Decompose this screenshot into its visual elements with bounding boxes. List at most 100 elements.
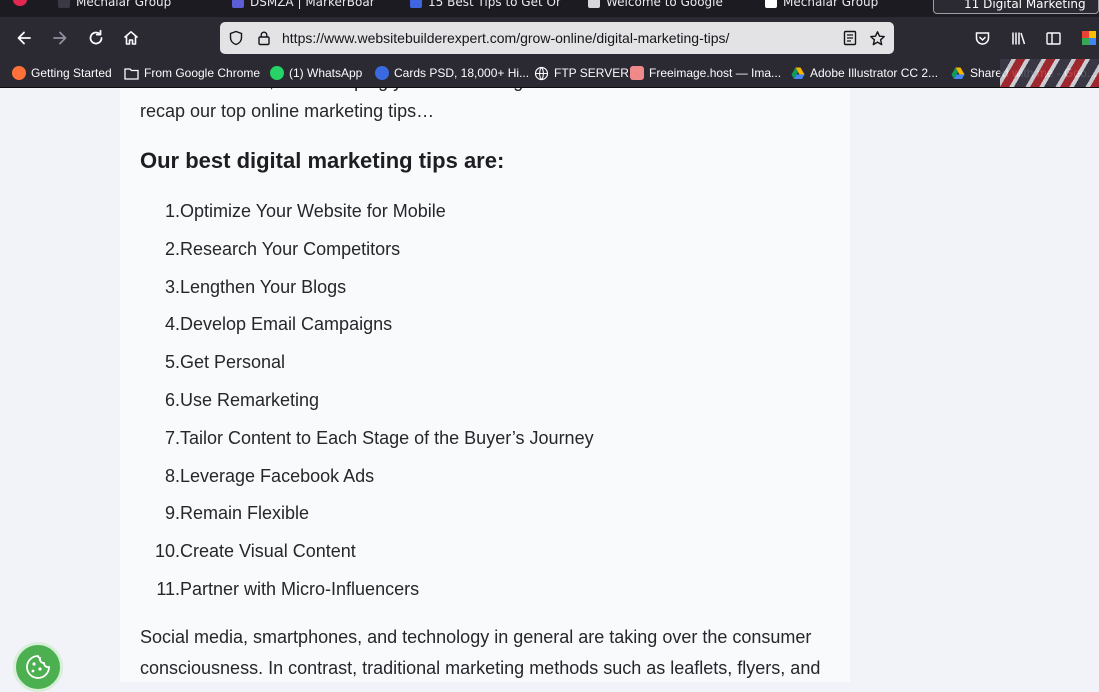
- list-text: Leverage Facebook Ads: [180, 465, 375, 486]
- whatsapp-icon: [270, 66, 284, 80]
- forward-button[interactable]: [48, 26, 72, 50]
- bookmark-label: Getting Started: [31, 66, 112, 80]
- library-button[interactable]: [1006, 26, 1030, 50]
- bookmark-label: Adobe Illustrator CC 2...: [810, 66, 939, 80]
- globe-icon: [534, 66, 549, 80]
- reload-button[interactable]: [84, 26, 108, 50]
- google-drive-icon: [951, 67, 965, 79]
- section-heading: Our best digital marketing tips are:: [140, 148, 505, 173]
- reader-view-icon[interactable]: [842, 30, 858, 46]
- tab-favicon-icon: [232, 0, 244, 8]
- list-item: 1. Optimize Your Website for Mobile: [140, 195, 594, 233]
- back-button[interactable]: [12, 26, 36, 50]
- navigation-toolbar: https://www.websitebuilderexpert.com/gro…: [0, 17, 1099, 59]
- article-column: of internet users, while keeping your br…: [120, 88, 850, 682]
- list-number: 11.: [156, 578, 180, 599]
- tab-favicon-icon: [765, 0, 777, 8]
- list-text: Use Remarketing: [180, 389, 320, 410]
- bookmark-freeimage[interactable]: Freeimage.host — Ima...: [630, 64, 781, 82]
- url-text[interactable]: https://www.websitebuilderexpert.com/gro…: [282, 30, 729, 46]
- list-text: Lengthen Your Blogs: [180, 276, 347, 297]
- list-text: Create Visual Content: [180, 541, 356, 562]
- bookmark-label: (1) WhatsApp: [289, 66, 363, 80]
- list-text: Partner with Micro-Influencers: [180, 578, 420, 599]
- shield-icon[interactable]: [228, 30, 244, 46]
- bookmark-star-icon[interactable]: [869, 30, 886, 47]
- bookmark-label: Freeimage.host — Ima...: [649, 66, 782, 80]
- bookmark-getting-started[interactable]: Getting Started: [12, 64, 112, 82]
- home-icon: [123, 31, 139, 45]
- tab-active[interactable]: 11 Digital Marketing: [933, 0, 1099, 14]
- list-text: Get Personal: [180, 352, 286, 373]
- list-number: 7.: [164, 427, 180, 448]
- google-drive-icon: [791, 67, 805, 79]
- list-number: 3.: [164, 276, 180, 297]
- library-icon: [1011, 32, 1025, 44]
- list-item: 4. Develop Email Campaigns: [140, 308, 594, 346]
- list-text: Remain Flexible: [180, 503, 310, 524]
- list-number: 10.: [154, 541, 180, 562]
- tab-favicon-icon: [58, 0, 70, 8]
- list-number: 5.: [164, 352, 180, 373]
- list-item: 8. Leverage Facebook Ads: [140, 460, 594, 498]
- tab-strip: Mechalar Group DSMZA | MarkerBoar 15 Bes…: [0, 0, 1099, 17]
- list-item: 2. Research Your Competitors: [140, 233, 594, 271]
- list-number: 2.: [164, 238, 180, 259]
- list-item: 11. Partner with Micro-Influencers: [140, 573, 594, 611]
- tab-favicon-icon: [410, 0, 422, 8]
- bookmarks-toolbar: Getting Started From Google Chrome (1) W…: [0, 59, 1099, 88]
- bookmark-adobe-illustrator[interactable]: Adobe Illustrator CC 2...: [791, 64, 938, 82]
- tab-active-label: 11 Digital Marketing: [964, 0, 1086, 11]
- tab-2[interactable]: 15 Best Tips to Get Or: [410, 0, 561, 10]
- freepik-icon: [375, 66, 389, 80]
- clipped-intro-line: of internet users, while keeping your br…: [140, 88, 840, 96]
- list-number: 1.: [164, 201, 180, 221]
- list-number: 6.: [164, 389, 180, 410]
- list-text: Develop Email Campaigns: [180, 314, 393, 335]
- tab-label: 15 Best Tips to Get Or: [428, 0, 561, 9]
- bookmark-label: From Google Chrome: [144, 66, 261, 80]
- list-number: 8.: [164, 465, 180, 486]
- tab-label: Mechalar Group: [783, 0, 879, 9]
- tab-label: Welcome to Google: [606, 0, 723, 9]
- list-item: 9. Remain Flexible: [140, 497, 594, 535]
- sidebar-button[interactable]: [1041, 26, 1065, 50]
- colorful-extension-icon: [1082, 31, 1096, 45]
- list-item: 10. Create Visual Content: [140, 535, 594, 573]
- list-number: 4.: [164, 314, 180, 335]
- list-text: Research Your Competitors: [180, 238, 401, 259]
- lock-icon[interactable]: [256, 30, 272, 46]
- list-item: 5. Get Personal: [140, 346, 594, 384]
- folder-icon: [124, 67, 139, 80]
- address-bar[interactable]: https://www.websitebuilderexpert.com/gro…: [220, 22, 894, 54]
- list-text: Tailor Content to Each Stage of the Buye…: [180, 427, 594, 448]
- cookie-icon: [26, 655, 50, 679]
- home-button[interactable]: [119, 26, 143, 50]
- tips-list: 1. Optimize Your Website for Mobile 2. Res…: [140, 195, 594, 611]
- record-indicator-icon: [13, 0, 27, 6]
- pocket-icon: [975, 31, 989, 45]
- bookmark-label: FTP SERVER!: [554, 66, 633, 80]
- body-paragraph: Social media, smartphones, and technolog…: [140, 627, 821, 678]
- list-text: Optimize Your Website for Mobile: [180, 201, 446, 221]
- tab-favicon-icon: [588, 0, 600, 8]
- tab-0[interactable]: Mechalar Group: [58, 0, 171, 10]
- pocket-button[interactable]: [970, 26, 994, 50]
- page-content: of internet users, while keeping your br…: [0, 88, 1099, 682]
- list-number: 9.: [164, 503, 180, 524]
- bookmark-whatsapp[interactable]: (1) WhatsApp: [270, 64, 362, 82]
- bookmark-folder-google-chrome[interactable]: From Google Chrome: [124, 64, 260, 82]
- tab-3[interactable]: Welcome to Google: [588, 0, 723, 10]
- decorative-theme-stripes: [1000, 59, 1099, 87]
- intro-tail-text: recap our top online marketing tips…: [140, 101, 435, 121]
- cookie-settings-button[interactable]: [13, 642, 63, 692]
- tab-label: DSMZA | MarkerBoar: [250, 0, 375, 9]
- tab-1[interactable]: DSMZA | MarkerBoar: [232, 0, 375, 10]
- bookmark-cards-psd[interactable]: Cards PSD, 18,000+ Hi...: [375, 64, 529, 82]
- arrow-left-icon: [17, 31, 31, 45]
- extension-button[interactable]: [1077, 26, 1099, 50]
- bookmark-ftp-server[interactable]: FTP SERVER!: [534, 64, 632, 82]
- tab-4[interactable]: Mechalar Group: [765, 0, 878, 10]
- list-item: 6. Use Remarketing: [140, 384, 594, 422]
- bookmark-label: Cards PSD, 18,000+ Hi...: [394, 66, 530, 80]
